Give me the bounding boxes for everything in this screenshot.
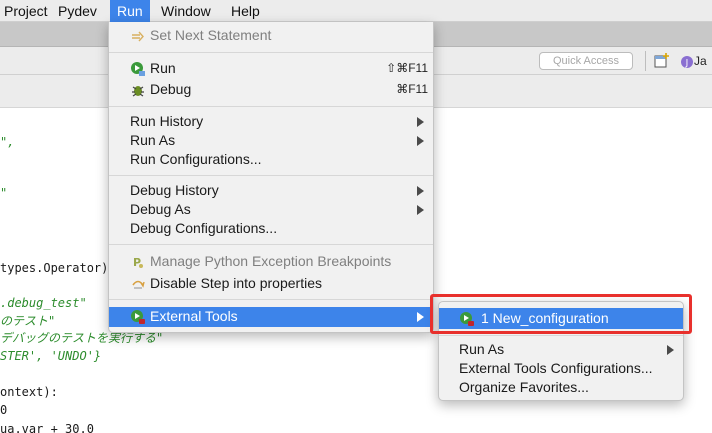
code-line: .debug_test" <box>0 296 87 310</box>
menu-separator <box>109 52 433 53</box>
open-perspective-icon[interactable] <box>653 52 671 70</box>
menu-separator <box>109 106 433 107</box>
run-item[interactable]: Run ⇧⌘F11 <box>109 59 433 78</box>
arrow-right-icon <box>130 28 146 44</box>
external-run-as-label: Run As <box>459 341 505 357</box>
java-perspective-button[interactable]: J Ja <box>680 52 707 70</box>
bug-icon <box>130 82 146 98</box>
external-tools-configurations-label: External Tools Configurations... <box>459 360 653 376</box>
run-configurations-item[interactable]: Run Configurations... <box>109 150 433 169</box>
debug-as-item[interactable]: Debug As <box>109 200 433 219</box>
macos-menu-bar: Project Pydev Run Window Help <box>0 0 712 22</box>
step-into-icon <box>130 276 146 292</box>
menu-run[interactable]: Run <box>110 0 150 22</box>
submenu-arrow-icon <box>417 136 424 146</box>
run-as-item[interactable]: Run As <box>109 131 433 150</box>
disable-step-into-item[interactable]: Disable Step into properties <box>109 274 433 293</box>
menu-separator <box>439 335 683 336</box>
set-next-statement-item: Set Next Statement <box>109 26 433 45</box>
run-icon <box>130 61 146 77</box>
debug-history-label: Debug History <box>130 182 219 198</box>
run-configurations-label: Run Configurations... <box>130 151 262 167</box>
external-run-as-item[interactable]: Run As <box>439 340 683 359</box>
svg-text:J: J <box>685 58 689 68</box>
toolbar-separator <box>645 51 646 71</box>
debug-item[interactable]: Debug ⌘F11 <box>109 80 433 99</box>
submenu-arrow-icon <box>417 312 424 322</box>
code-line: 0 <box>0 403 8 417</box>
external-tools-label: External Tools <box>150 308 238 324</box>
menu-separator <box>109 175 433 176</box>
submenu-arrow-icon <box>417 186 424 196</box>
code-line: " <box>0 186 8 200</box>
debug-history-item[interactable]: Debug History <box>109 181 433 200</box>
code-line: STER', 'UNDO'} <box>0 349 102 363</box>
external-tools-configurations-item[interactable]: External Tools Configurations... <box>439 359 683 378</box>
quick-access-field[interactable]: Quick Access <box>539 52 633 70</box>
submenu-arrow-icon <box>667 345 674 355</box>
code-line: ua.var + 30.0 <box>0 422 94 433</box>
submenu-arrow-icon <box>417 205 424 215</box>
menu-pydev[interactable]: Pydev <box>51 0 104 22</box>
code-line: ontext): <box>0 385 58 399</box>
set-next-statement-label: Set Next Statement <box>150 27 272 43</box>
debug-shortcut: ⌘F11 <box>396 82 428 96</box>
organize-favorites-item[interactable]: Organize Favorites... <box>439 378 683 397</box>
python-breakpoint-icon: P <box>130 254 146 270</box>
run-menu-dropdown: Set Next Statement Run ⇧⌘F11 Debug ⌘F11 … <box>108 22 434 333</box>
debug-configurations-item[interactable]: Debug Configurations... <box>109 219 433 238</box>
external-tools-item[interactable]: External Tools <box>109 307 433 327</box>
external-tools-icon <box>130 309 146 325</box>
java-perspective-label: Ja <box>694 54 707 68</box>
menu-help[interactable]: Help <box>224 0 267 22</box>
java-perspective-icon: J <box>681 55 693 68</box>
run-as-label: Run As <box>130 132 176 148</box>
run-shortcut: ⇧⌘F11 <box>386 61 428 75</box>
debug-as-label: Debug As <box>130 201 191 217</box>
debug-label: Debug <box>150 81 192 97</box>
menu-separator <box>109 299 433 300</box>
run-label: Run <box>150 60 176 76</box>
manage-breakpoints-label: Manage Python Exception Breakpoints <box>150 253 392 269</box>
run-history-label: Run History <box>130 113 204 129</box>
code-line: ", <box>0 135 15 149</box>
code-line: のテスト" <box>0 314 56 328</box>
code-line: types.Operator): <box>0 261 116 275</box>
disable-step-label: Disable Step into properties <box>150 275 322 291</box>
organize-favorites-label: Organize Favorites... <box>459 379 589 395</box>
submenu-arrow-icon <box>417 117 424 127</box>
menu-project[interactable]: Project <box>0 0 55 22</box>
menu-window[interactable]: Window <box>154 0 218 22</box>
annotation-highlight-box <box>430 294 692 334</box>
manage-exception-breakpoints-item: P Manage Python Exception Breakpoints <box>109 252 433 271</box>
menu-separator <box>109 244 433 245</box>
run-history-item[interactable]: Run History <box>109 112 433 131</box>
debug-configurations-label: Debug Configurations... <box>130 220 278 236</box>
